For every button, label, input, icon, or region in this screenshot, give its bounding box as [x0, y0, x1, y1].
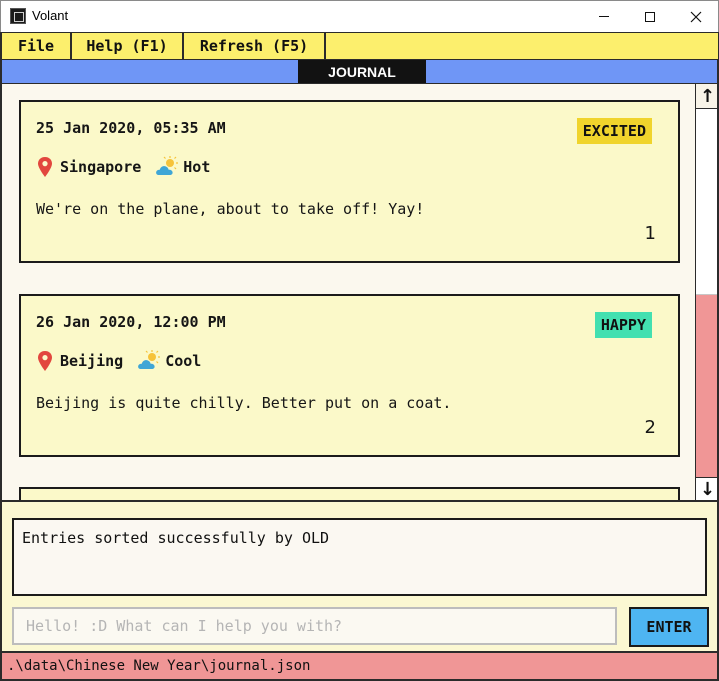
scroll-up-arrow-icon[interactable]: ↑	[696, 84, 717, 108]
header-bar: JOURNAL	[0, 60, 719, 84]
status-bar-file-path: .\data\Chinese New Year\journal.json	[0, 651, 719, 681]
menu-help[interactable]: Help (F1)	[72, 33, 184, 59]
entry-datetime: 26 Jan 2020, 12:00 PM	[36, 313, 226, 331]
journal-entry-card[interactable]: 26 Jan 2020, 12:00 PM HAPPY Beijing Cool…	[19, 294, 680, 457]
entry-location: Singapore	[60, 158, 142, 176]
entry-meta: Singapore Hot	[36, 156, 210, 178]
minimize-icon	[599, 16, 609, 17]
maximize-button[interactable]	[627, 1, 673, 32]
entry-index: 1	[644, 223, 656, 244]
vertical-scrollbar[interactable]: ↑ ↓	[695, 84, 717, 500]
journal-list[interactable]: 25 Jan 2020, 05:35 AM EXCITED Singapore …	[0, 84, 719, 500]
menu-refresh[interactable]: Refresh (F5)	[184, 33, 326, 59]
weather-cloud-sun-icon	[156, 156, 179, 175]
window-title-bar: Volant	[0, 0, 719, 32]
location-pin-icon	[38, 351, 52, 371]
result-display: Entries sorted successfully by OLD	[12, 518, 707, 596]
app-icon	[10, 8, 26, 24]
command-panel: Entries sorted successfully by OLD ENTER	[0, 500, 719, 651]
scroll-thumb[interactable]	[696, 294, 717, 477]
entry-meta: Beijing Cool	[36, 350, 201, 372]
mood-badge: HAPPY	[594, 312, 652, 338]
entry-text: Beijing is quite chilly. Better put on a…	[36, 394, 452, 412]
menu-file[interactable]: File	[2, 33, 72, 59]
maximize-icon	[645, 11, 655, 22]
journal-entry-card-partial[interactable]	[19, 487, 680, 500]
entry-datetime: 25 Jan 2020, 05:35 AM	[36, 119, 226, 137]
weather-cloud-sun-icon	[138, 350, 161, 369]
menu-bar: File Help (F1) Refresh (F5)	[0, 32, 719, 60]
window-title: Volant	[32, 8, 69, 23]
enter-button[interactable]: ENTER	[629, 607, 709, 647]
scroll-track[interactable]	[696, 108, 717, 294]
entry-text: We're on the plane, about to take off! Y…	[36, 200, 425, 218]
scroll-down-arrow-icon[interactable]: ↓	[696, 477, 717, 500]
location-pin-icon	[38, 157, 52, 177]
minimize-button[interactable]	[581, 1, 627, 32]
close-icon	[690, 11, 702, 22]
journal-entry-card[interactable]: 25 Jan 2020, 05:35 AM EXCITED Singapore …	[19, 100, 680, 263]
mood-badge: EXCITED	[576, 118, 652, 144]
entry-index: 2	[644, 417, 656, 438]
close-button[interactable]	[673, 1, 719, 32]
command-input[interactable]	[12, 607, 617, 645]
entry-location: Beijing	[60, 352, 124, 370]
tab-journal[interactable]: JOURNAL	[298, 60, 426, 83]
entry-weather: Hot	[183, 158, 211, 176]
entry-weather: Cool	[165, 352, 202, 370]
